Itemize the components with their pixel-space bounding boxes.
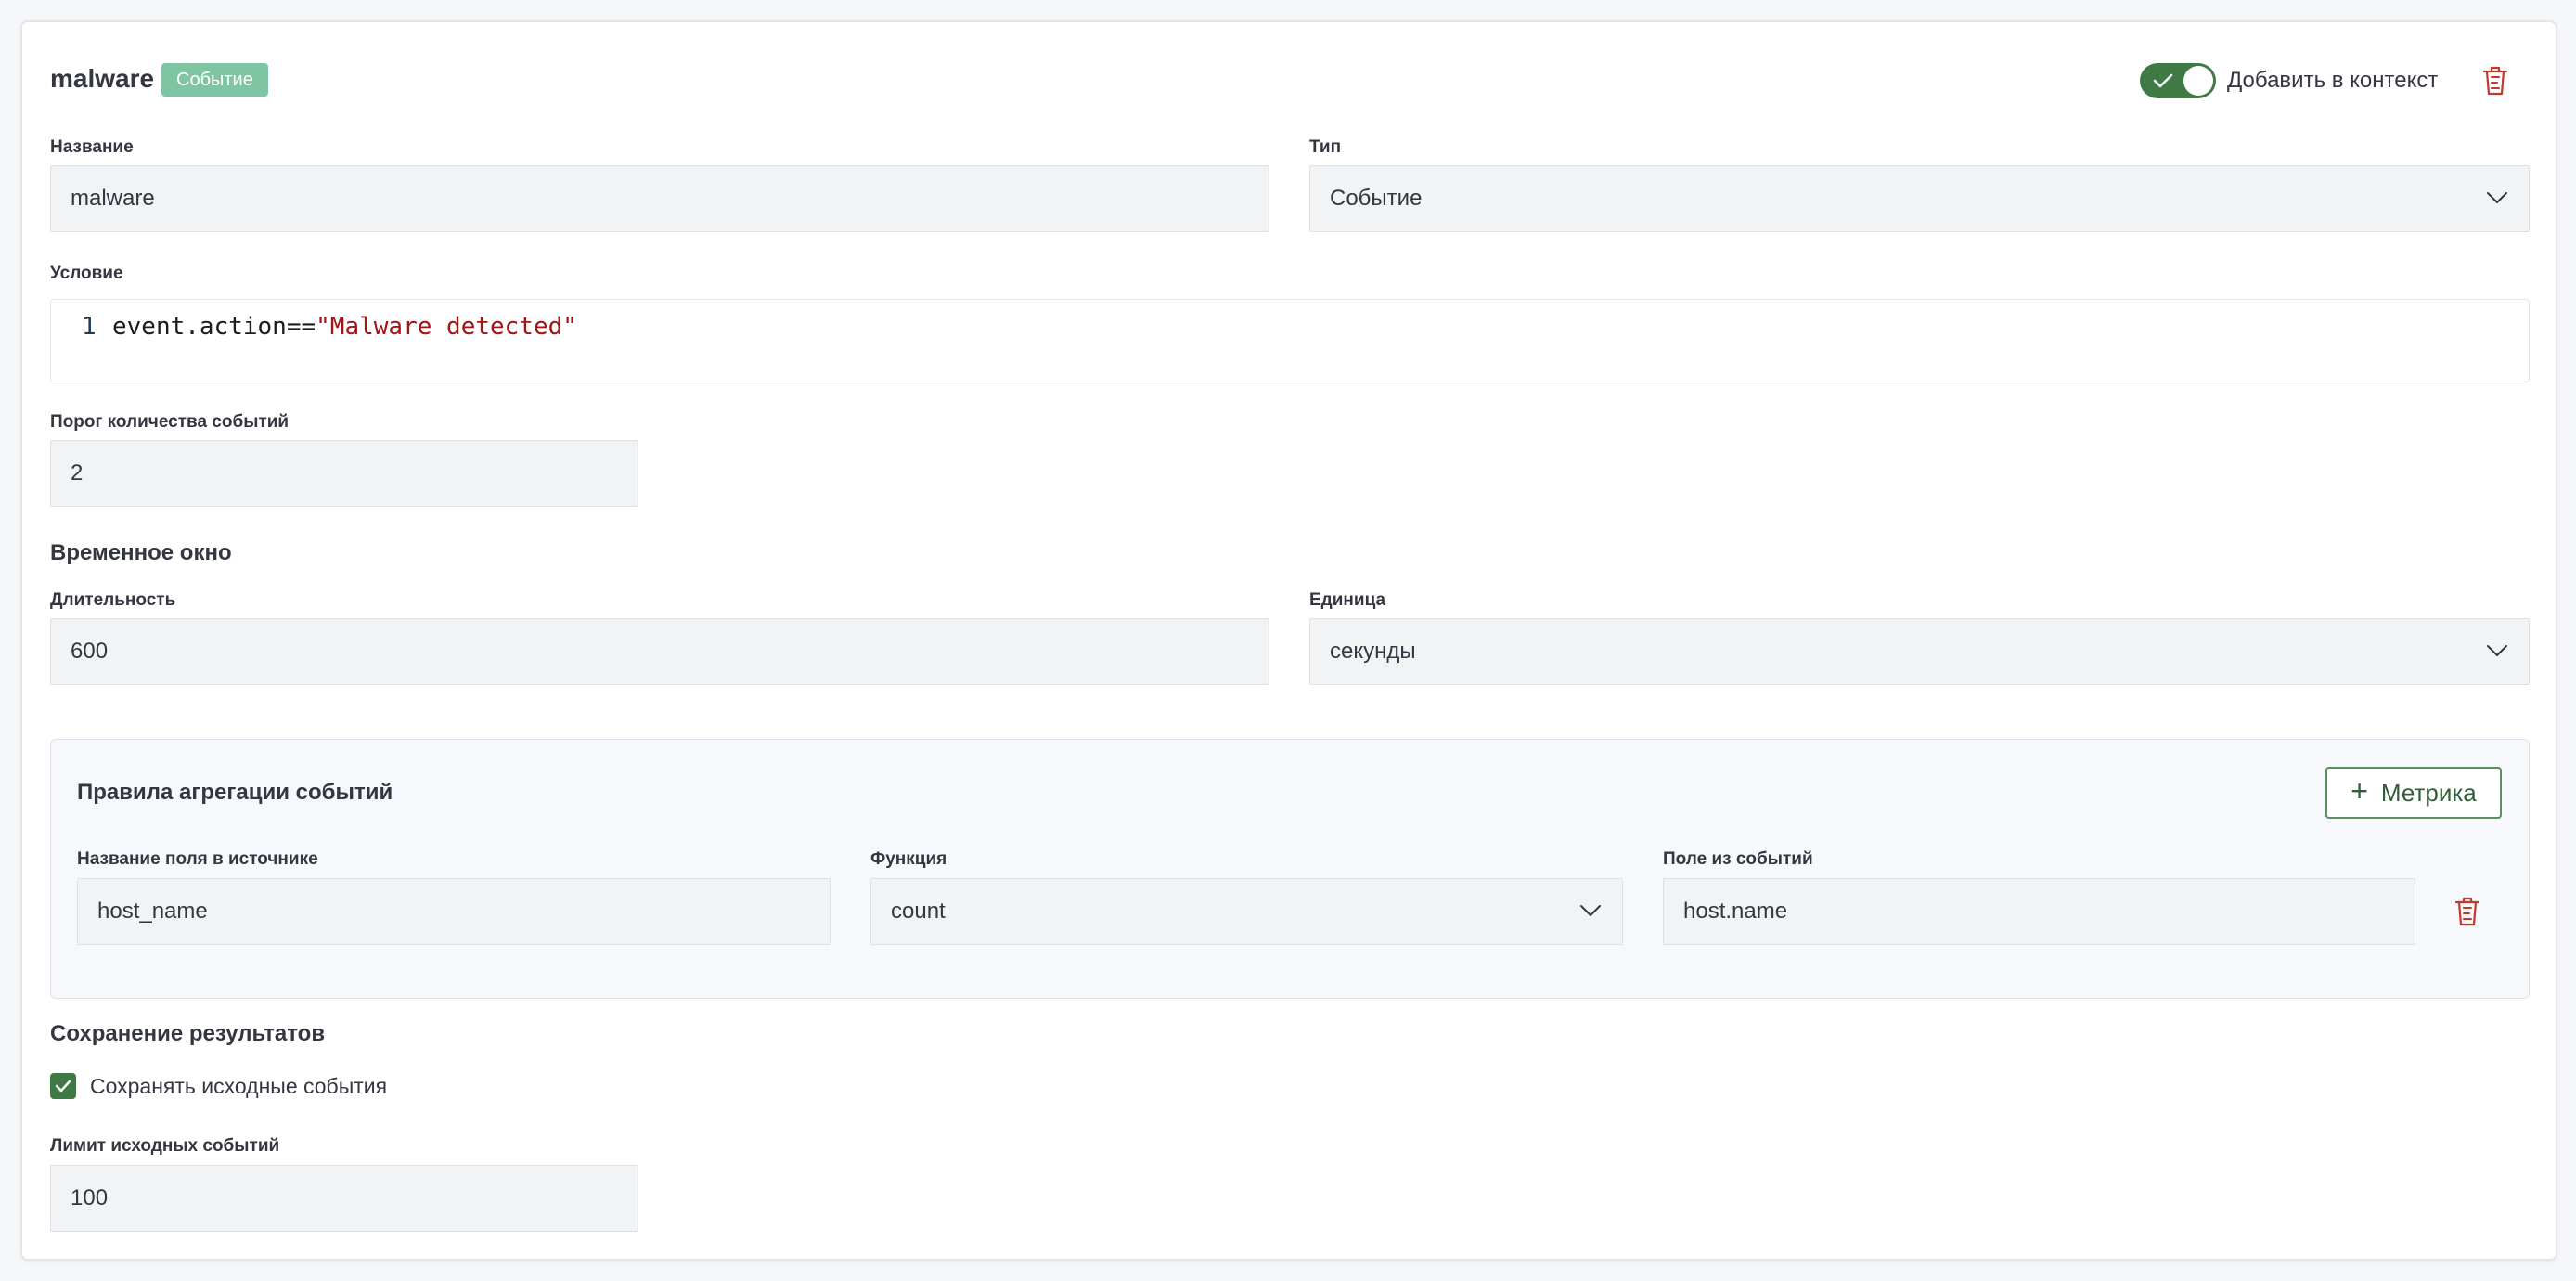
delete-rule-button[interactable] xyxy=(2478,63,2513,98)
unit-label: Единица xyxy=(1309,590,1386,610)
type-select[interactable]: Событие xyxy=(1309,165,2530,232)
condition-expression: event.action== xyxy=(112,313,316,341)
unit-select-value: секунды xyxy=(1330,639,1416,664)
type-select-value: Событие xyxy=(1330,186,1423,211)
function-select-value: count xyxy=(891,899,946,924)
check-icon xyxy=(55,1080,71,1093)
toggle-knob xyxy=(2183,66,2213,96)
duration-label: Длительность xyxy=(50,590,176,610)
results-title: Сохранение результатов xyxy=(50,1021,326,1046)
line-number: 1 xyxy=(82,313,97,341)
function-label: Функция xyxy=(870,849,947,869)
condition-editor[interactable]: 1 event.action=="Malware detected" xyxy=(50,299,2530,382)
type-label: Тип xyxy=(1309,137,1342,157)
condition-label: Условие xyxy=(50,264,123,283)
add-metric-label: Метрика xyxy=(2380,778,2477,807)
name-input[interactable]: malware xyxy=(50,165,1269,232)
save-events-checkbox[interactable] xyxy=(50,1073,76,1099)
check-icon xyxy=(2153,73,2173,88)
source-field-input[interactable]: host_name xyxy=(77,878,831,945)
chevron-down-icon xyxy=(1580,905,1601,916)
plus-icon: + xyxy=(2351,774,2368,808)
threshold-label: Порог количества событий xyxy=(50,412,290,432)
save-events-label: Сохранять исходные события xyxy=(90,1074,388,1098)
function-select[interactable]: count xyxy=(870,878,1623,945)
time-window-title: Временное окно xyxy=(50,540,232,565)
event-field-label: Поле из событий xyxy=(1663,849,1813,869)
add-to-context-label: Добавить в контекст xyxy=(2227,68,2439,93)
aggregation-title: Правила агрегации событий xyxy=(77,780,393,805)
condition-code: event.action=="Malware detected" xyxy=(112,313,577,341)
aggregation-panel xyxy=(50,739,2530,999)
event-field-input[interactable]: host.name xyxy=(1663,878,2415,945)
source-field-label: Название поля в источнике xyxy=(77,849,318,869)
trash-icon xyxy=(2482,66,2508,96)
threshold-input[interactable]: 2 xyxy=(50,440,638,507)
chevron-down-icon xyxy=(2487,645,2507,656)
add-to-context-toggle[interactable] xyxy=(2140,63,2216,98)
limit-label: Лимит исходных событий xyxy=(50,1136,280,1156)
trash-icon xyxy=(2454,897,2480,926)
rule-title: malware xyxy=(50,64,155,93)
type-badge: Событие xyxy=(161,63,268,97)
limit-input[interactable]: 100 xyxy=(50,1165,638,1232)
delete-metric-button[interactable] xyxy=(2450,894,2485,929)
add-metric-button[interactable]: + Метрика xyxy=(2325,767,2502,819)
duration-input[interactable]: 600 xyxy=(50,618,1269,685)
chevron-down-icon xyxy=(2487,192,2507,203)
name-label: Название xyxy=(50,137,134,157)
condition-string: "Malware detected" xyxy=(316,313,577,341)
unit-select[interactable]: секунды xyxy=(1309,618,2530,685)
